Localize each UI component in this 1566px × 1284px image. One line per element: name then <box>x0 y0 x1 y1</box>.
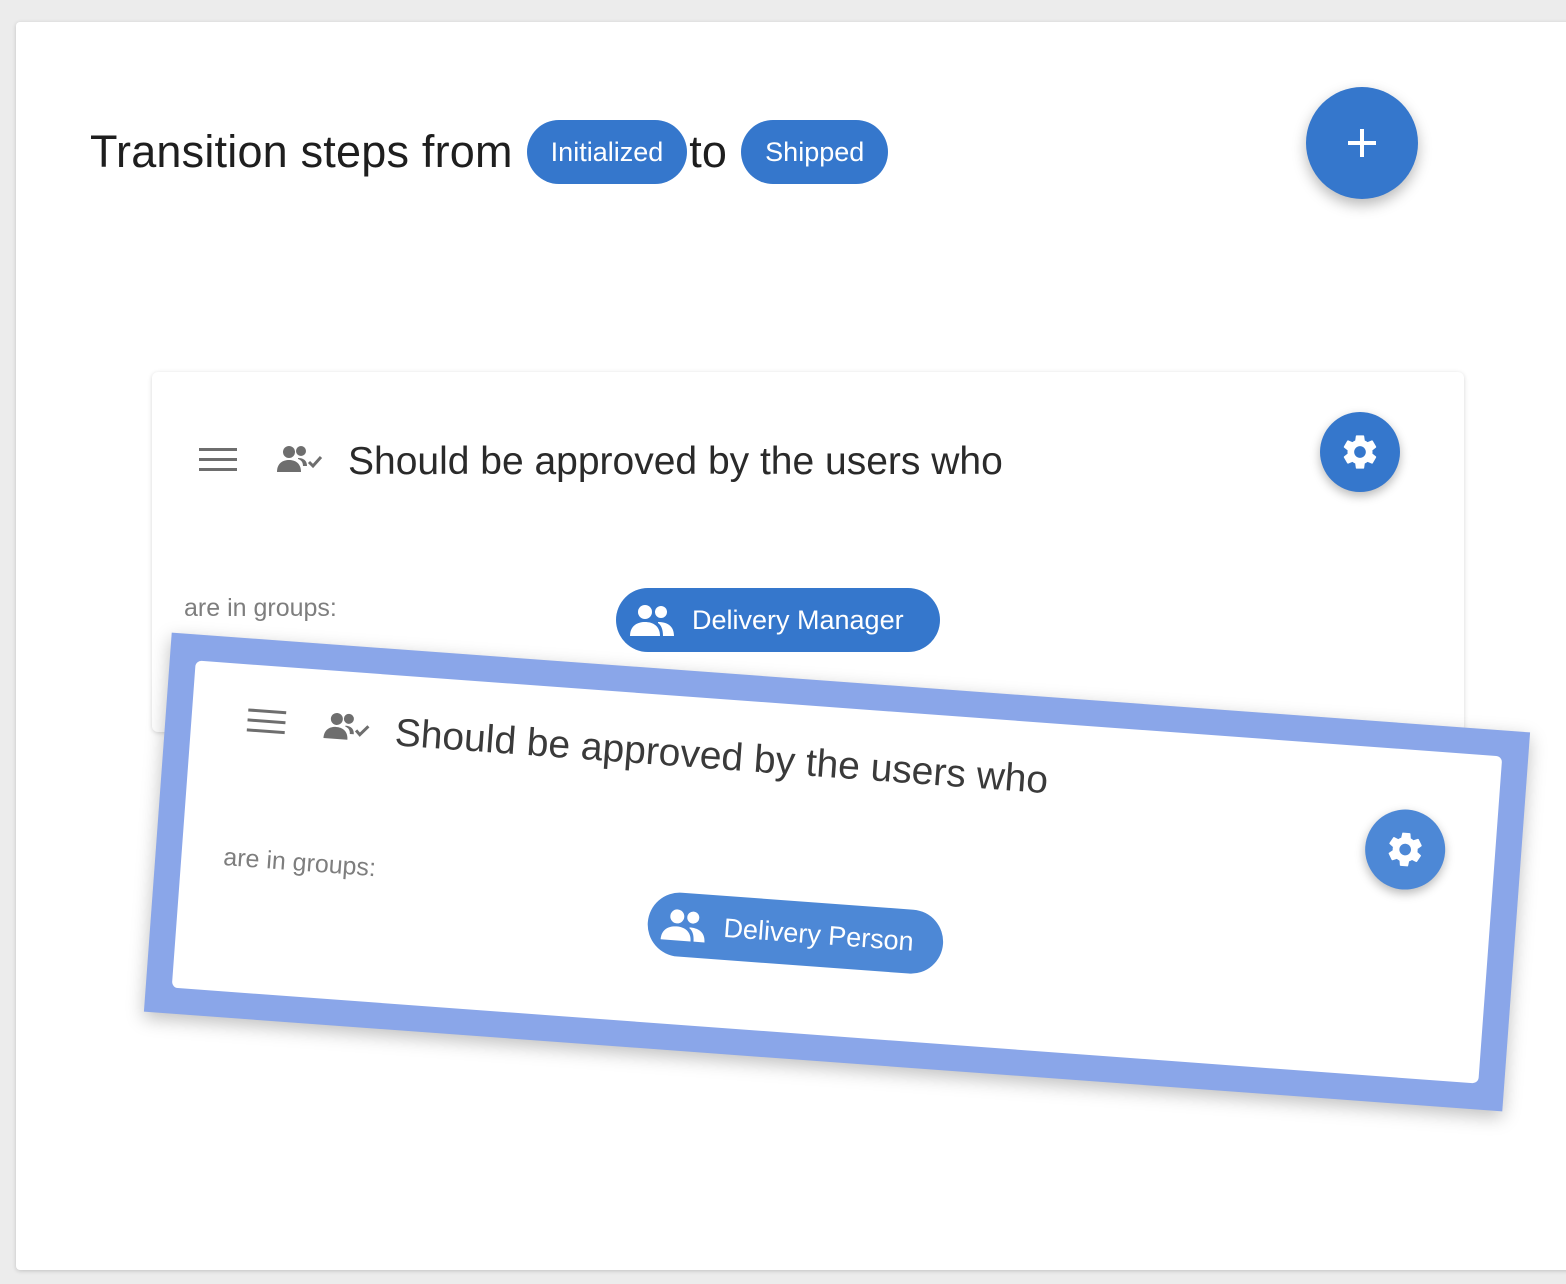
title-connector: to <box>689 126 728 177</box>
step-description: Should be approved by the users who <box>348 440 1003 483</box>
add-step-button[interactable] <box>1306 87 1418 199</box>
users-check-icon <box>323 712 370 740</box>
group-chip[interactable]: Delivery Manager <box>616 588 940 652</box>
group-chip-label: Delivery Manager <box>692 605 904 635</box>
title-prefix: Transition steps from <box>90 126 513 177</box>
group-icon <box>660 909 705 943</box>
page-title: Transition steps from Initialized to Shi… <box>90 120 889 184</box>
drag-handle-icon[interactable] <box>199 448 237 476</box>
gear-icon <box>1388 832 1422 867</box>
step-card: Should be approved by the users who are … <box>171 660 1503 1084</box>
group-icon <box>630 605 674 636</box>
drag-handle-icon[interactable] <box>246 708 287 739</box>
groups-label: are in groups: <box>184 594 337 622</box>
from-state-chip[interactable]: Initialized <box>526 120 688 184</box>
transition-steps-panel: Transition steps from Initialized to Shi… <box>16 22 1566 1270</box>
groups-label: are in groups: <box>222 843 377 883</box>
group-chip-label: Delivery Person <box>722 912 915 957</box>
step-settings-button[interactable] <box>1362 806 1448 893</box>
users-check-icon <box>277 446 323 472</box>
to-state-chip[interactable]: Shipped <box>741 120 889 184</box>
step-settings-button[interactable] <box>1320 412 1400 492</box>
step-description: Should be approved by the users who <box>393 711 1050 803</box>
group-chip[interactable]: Delivery Person <box>645 890 946 976</box>
gear-icon <box>1343 435 1377 469</box>
